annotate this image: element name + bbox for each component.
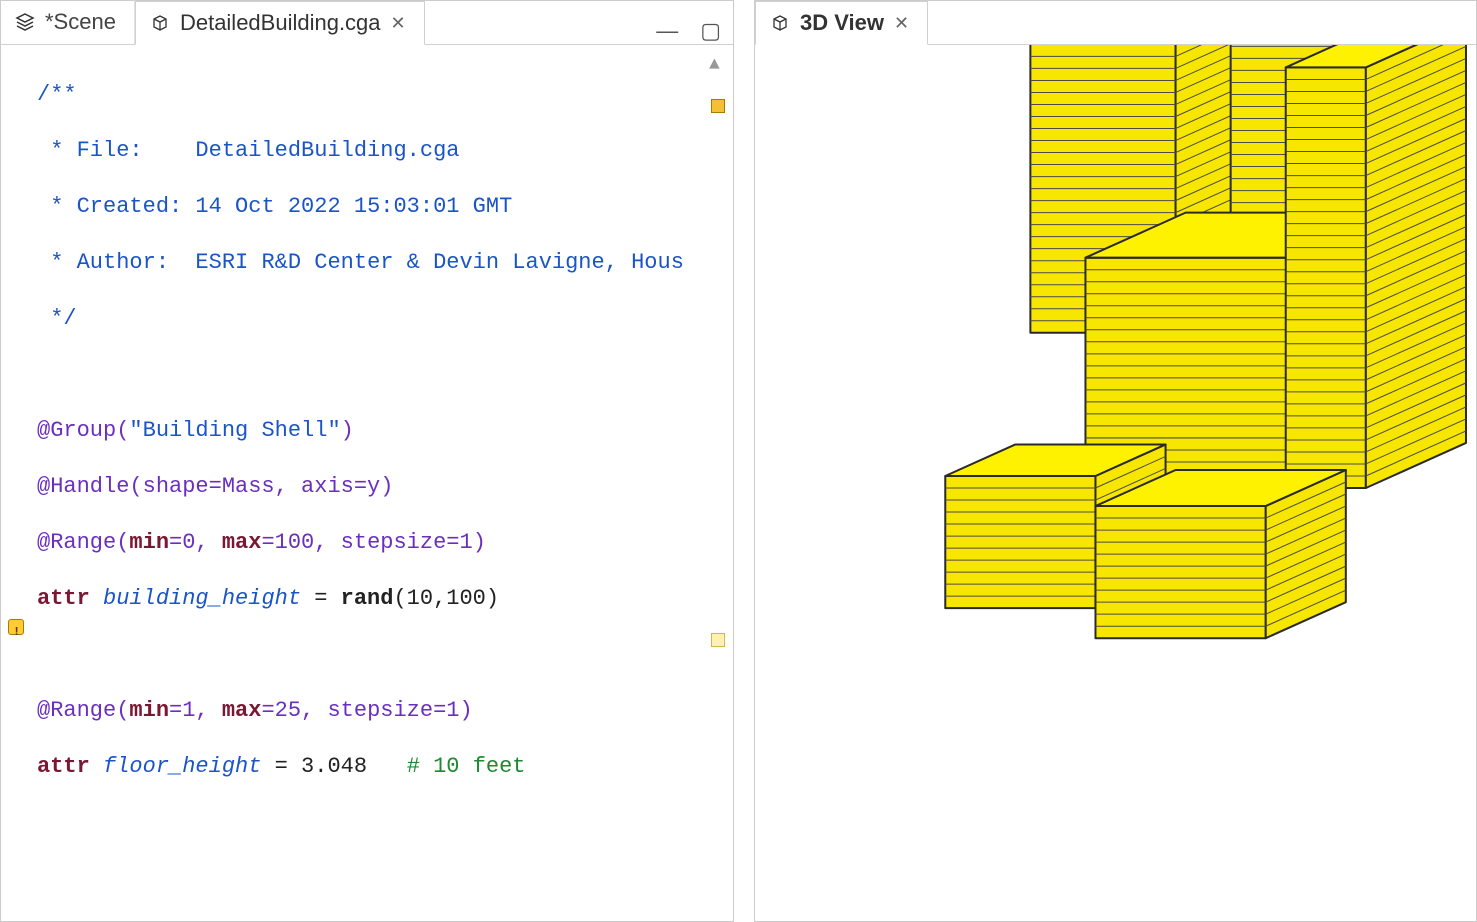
code-text: @Range(: [37, 530, 129, 555]
code-text: = 3.048: [261, 754, 406, 779]
code-text: * Created:: [37, 194, 182, 219]
code-text: "Building Shell": [129, 418, 340, 443]
code-text: */: [37, 306, 77, 331]
view3d-pane: 3D View ✕: [754, 0, 1477, 922]
editor-tabbar: *Scene DetailedBuilding.cga ✕ — ▢: [1, 1, 733, 45]
code-text: DetailedBuilding.cga: [143, 138, 460, 163]
overview-warning-marker[interactable]: [711, 99, 725, 113]
cube-icon: [770, 13, 790, 33]
close-icon[interactable]: ✕: [391, 13, 406, 34]
code-text: * Author:: [37, 250, 169, 275]
building-render: [755, 45, 1476, 921]
tab-label: *Scene: [45, 9, 116, 35]
layers-icon: [15, 12, 35, 32]
code-text: max: [222, 530, 262, 555]
code-text: 14 Oct 2022 15:03:01 GMT: [182, 194, 512, 219]
code-text: @Group(: [37, 418, 129, 443]
code-text: ): [341, 418, 354, 443]
titlebar-controls: — ▢: [656, 18, 733, 44]
code-text: @Handle(shape=Mass, axis=y): [37, 474, 393, 499]
code-text: @Range(: [37, 698, 129, 723]
tab-label: DetailedBuilding.cga: [180, 10, 381, 36]
tab-3dview[interactable]: 3D View ✕: [755, 1, 928, 45]
tab-detailedbuilding[interactable]: DetailedBuilding.cga ✕: [135, 1, 425, 45]
scroll-up-icon[interactable]: ▲: [709, 51, 720, 79]
code-text: ESRI R&D Center & Devin Lavigne, Hous: [169, 250, 684, 275]
code-text: min: [129, 530, 169, 555]
code-text: attr: [37, 754, 90, 779]
code-text: # 10 feet: [407, 754, 526, 779]
view3d-tabbar: 3D View ✕: [755, 1, 1476, 45]
code-text: (10,100): [393, 586, 499, 611]
minimize-button[interactable]: —: [656, 18, 678, 44]
code-text: =: [301, 586, 341, 611]
code-text: min: [129, 698, 169, 723]
code-content[interactable]: /** * File: DetailedBuilding.cga * Creat…: [31, 45, 705, 921]
maximize-button[interactable]: ▢: [700, 18, 721, 44]
warning-marker[interactable]: [1, 613, 31, 641]
overview-ruler[interactable]: ▲: [705, 45, 733, 921]
code-text: attr: [37, 586, 90, 611]
code-text: rand: [341, 586, 394, 611]
overview-highlight-marker[interactable]: [711, 633, 725, 647]
code-editor[interactable]: /** * File: DetailedBuilding.cga * Creat…: [1, 45, 733, 921]
code-text: building_height: [90, 586, 301, 611]
tab-label: 3D View: [800, 10, 884, 36]
viewport-3d[interactable]: [755, 45, 1476, 921]
code-text: /**: [37, 82, 77, 107]
cube-icon: [150, 13, 170, 33]
code-text: max: [222, 698, 262, 723]
editor-pane: *Scene DetailedBuilding.cga ✕ — ▢: [0, 0, 734, 922]
code-text: floor_height: [90, 754, 262, 779]
tab-scene[interactable]: *Scene: [1, 0, 135, 44]
code-text: =0,: [169, 530, 222, 555]
code-text: * File:: [37, 138, 143, 163]
code-text: =25, stepsize=1): [261, 698, 472, 723]
editor-gutter: [1, 45, 31, 921]
code-text: =100, stepsize=1): [261, 530, 485, 555]
code-text: =1,: [169, 698, 222, 723]
close-icon[interactable]: ✕: [894, 13, 909, 34]
